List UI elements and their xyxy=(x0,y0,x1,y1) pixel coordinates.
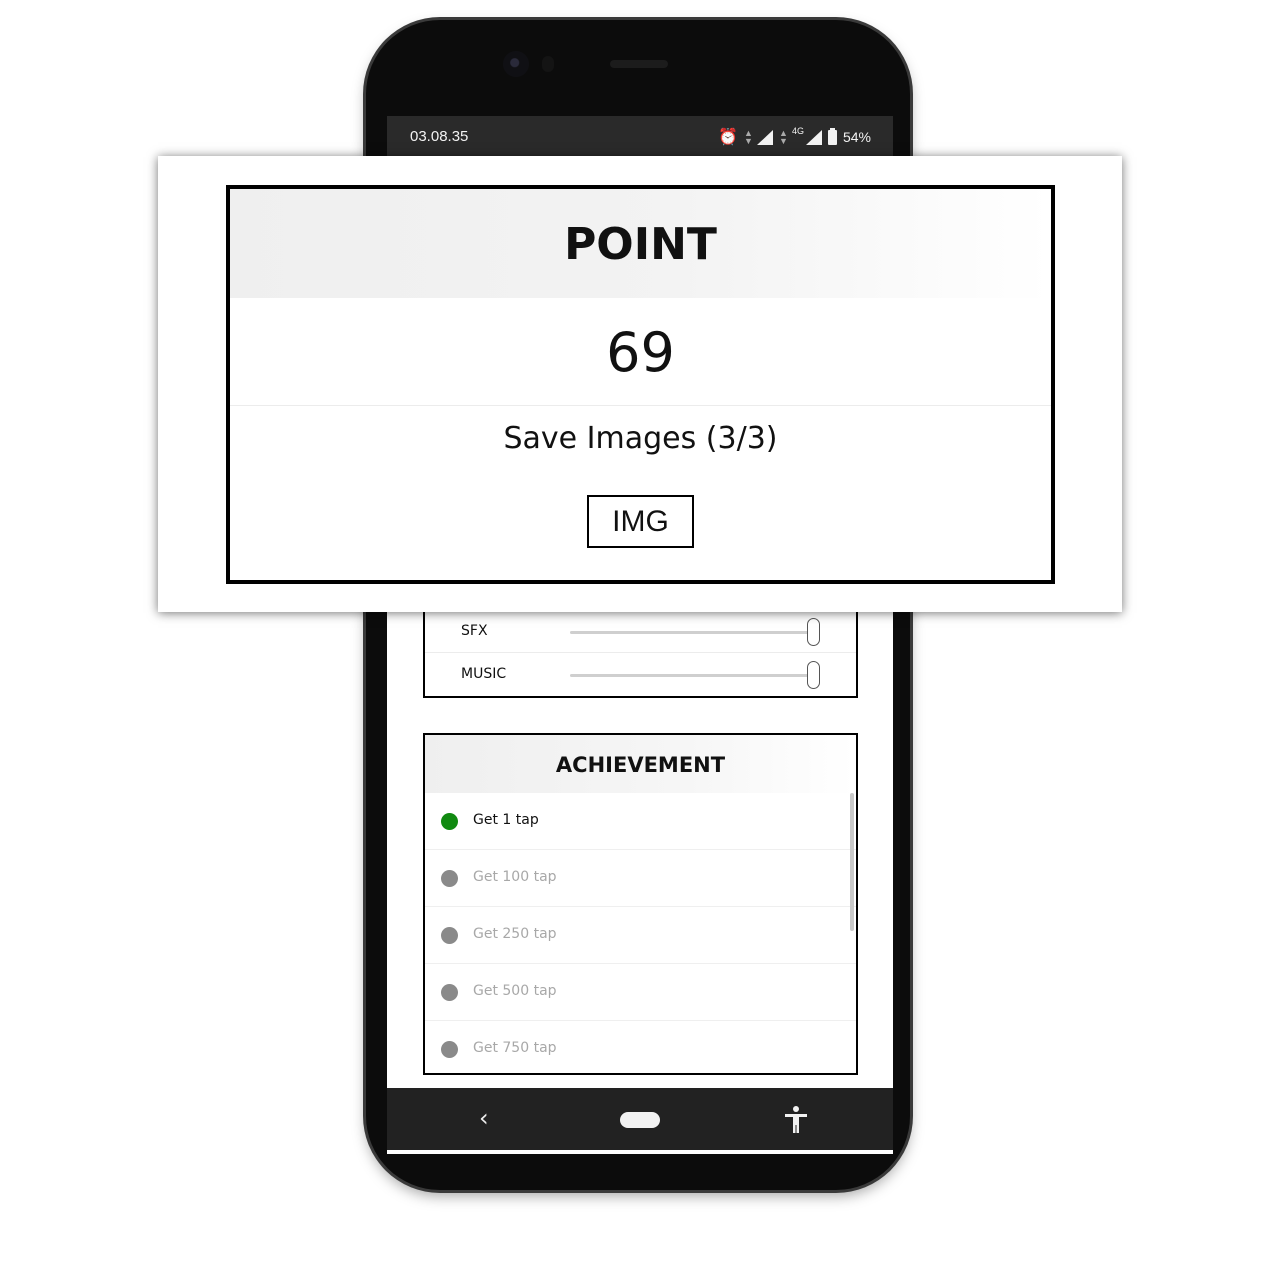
signal-icon xyxy=(805,129,822,145)
setting-row-music: MUSIC xyxy=(425,652,856,696)
battery-level: 54% xyxy=(842,129,871,145)
data-arrows-icon: ▲ ▼ xyxy=(778,128,788,146)
music-slider-thumb[interactable] xyxy=(807,661,820,689)
achievement-label: Get 1 tap xyxy=(473,812,539,828)
list-item: Get 500 tap xyxy=(425,964,856,1021)
home-icon[interactable] xyxy=(620,1112,660,1128)
status-dot-icon xyxy=(441,870,458,887)
status-dot-icon xyxy=(441,1041,458,1058)
achievement-label: Get 750 tap xyxy=(473,1040,557,1056)
earpiece-speaker xyxy=(610,60,668,68)
status-bar: 03.08.35 ⏰ ▲ ▼ ▲ ▼ 4G 54% xyxy=(387,116,893,156)
achievement-label: Get 100 tap xyxy=(473,869,557,885)
network-type: 4G xyxy=(791,126,804,136)
setting-label: MUSIC xyxy=(461,666,507,682)
status-dot-icon xyxy=(441,927,458,944)
battery-icon xyxy=(827,127,837,145)
point-dialog: POINT 69 Save Images (3/3) IMG xyxy=(226,185,1055,584)
achievement-list[interactable]: Get 1 tap Get 100 tap Get 250 tap Get 50… xyxy=(425,793,856,1073)
popup-title: POINT xyxy=(230,189,1051,298)
score-value: 69 xyxy=(230,298,1051,406)
list-item: Get 750 tap xyxy=(425,1021,856,1073)
achievement-scrollbar[interactable] xyxy=(850,793,854,931)
signal-icon xyxy=(756,129,773,145)
status-dot-icon xyxy=(441,984,458,1001)
status-dot-icon xyxy=(441,813,458,830)
data-arrows-icon: ▲ ▼ xyxy=(743,128,753,146)
list-item: Get 100 tap xyxy=(425,850,856,907)
setting-label: SFX xyxy=(461,623,488,639)
img-button[interactable]: IMG xyxy=(587,495,694,548)
status-time: 03.08.35 xyxy=(410,128,469,145)
music-slider[interactable] xyxy=(570,674,814,677)
save-images-text: Save Images (3/3) xyxy=(503,421,778,456)
achievement-label: Get 250 tap xyxy=(473,926,557,942)
front-camera-icon xyxy=(503,51,529,77)
accessibility-icon[interactable] xyxy=(783,1105,809,1135)
list-item: Get 250 tap xyxy=(425,907,856,964)
alarm-icon: ⏰ xyxy=(718,129,738,146)
achievement-label: Get 500 tap xyxy=(473,983,557,999)
achievement-title: ACHIEVEMENT xyxy=(425,735,856,793)
sfx-slider-thumb[interactable] xyxy=(807,618,820,646)
navigation-bar: ‹ xyxy=(387,1088,893,1150)
point-popup: POINT 69 Save Images (3/3) IMG xyxy=(158,156,1122,612)
setting-row-sfx: SFX xyxy=(425,610,856,654)
sensor-icon xyxy=(542,56,554,72)
status-icons: ⏰ ▲ ▼ ▲ ▼ 4G 54% xyxy=(718,126,871,147)
back-icon[interactable]: ‹ xyxy=(479,1104,489,1132)
achievement-card: ACHIEVEMENT Get 1 tap Get 100 tap Get 25… xyxy=(423,733,858,1075)
sfx-slider[interactable] xyxy=(570,631,814,634)
list-item: Get 1 tap xyxy=(425,793,856,850)
